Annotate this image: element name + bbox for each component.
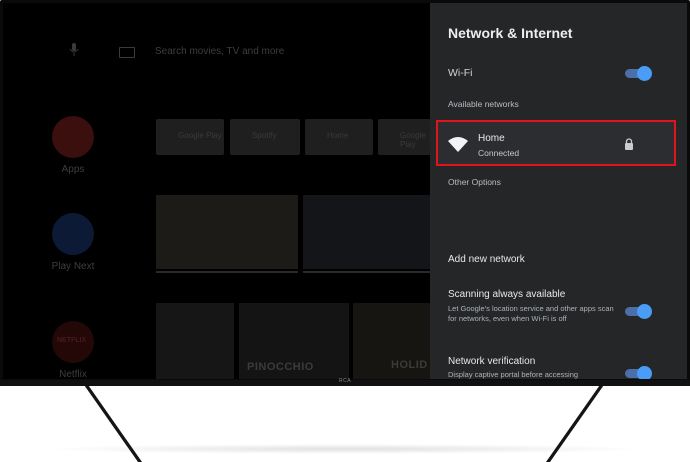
settings-panel: Network & Internet Wi-Fi Available netwo… [430, 3, 687, 379]
search-placeholder[interactable]: Search movies, TV and more [155, 46, 284, 57]
add-network-button[interactable]: Add new network [448, 254, 525, 265]
app-tile[interactable]: Google Play [378, 119, 438, 155]
rail-item-netflix[interactable]: NETFLIX Netflix [43, 321, 103, 379]
apps-grid-icon [52, 116, 94, 158]
content-card[interactable]: HOLID [353, 303, 438, 379]
toggle-knob [637, 366, 652, 379]
poster-title: PINOCCHIO [247, 361, 314, 373]
lock-icon [625, 138, 633, 150]
rail-item-apps[interactable]: Apps [43, 116, 103, 175]
scanning-toggle[interactable] [625, 304, 652, 319]
app-tile-label: Google Play [178, 131, 222, 140]
progress-bar [156, 271, 298, 273]
network-item-home[interactable]: Home Connected [436, 120, 676, 166]
app-tile[interactable]: Google Play [156, 119, 224, 155]
tv-brand-logo: RCA [339, 378, 352, 384]
app-tile-label: Spotify [252, 131, 277, 140]
verification-title[interactable]: Network verification [448, 356, 535, 367]
toggle-knob [637, 304, 652, 319]
verification-description: Display captive portal before accessing [448, 370, 579, 379]
wifi-label: Wi-Fi [448, 67, 473, 79]
rail-label: Apps [61, 164, 85, 175]
wifi-icon [448, 137, 468, 152]
scanning-title[interactable]: Scanning always available [448, 289, 565, 300]
panel-title: Network & Internet [448, 25, 573, 41]
other-options-header: Other Options [448, 177, 501, 187]
home-screen: Search movies, TV and more Apps Play Nex… [3, 3, 438, 379]
microphone-icon[interactable] [69, 43, 79, 57]
play-icon [52, 213, 94, 255]
content-card[interactable] [156, 303, 234, 379]
network-status: Connected [478, 148, 520, 158]
verification-toggle[interactable] [625, 366, 652, 379]
rail-label: Play Next [51, 261, 95, 272]
app-tile[interactable]: Spotify [230, 119, 300, 155]
network-name: Home [478, 133, 505, 144]
content-card[interactable] [156, 195, 298, 269]
app-tile[interactable]: Home [305, 119, 373, 155]
poster-title: HOLID [391, 359, 428, 371]
toggle-knob [637, 66, 652, 81]
app-tile-label: Home [327, 131, 349, 140]
available-networks-header: Available networks [448, 99, 519, 109]
rail-item-play-next[interactable]: Play Next [43, 213, 103, 272]
wifi-toggle[interactable] [625, 66, 652, 81]
rail-label: Netflix [59, 369, 87, 379]
keyboard-icon[interactable] [119, 47, 135, 58]
netflix-badge: NETFLIX [57, 337, 87, 344]
netflix-icon: NETFLIX [52, 321, 94, 363]
tv-frame: Search movies, TV and more Apps Play Nex… [0, 0, 690, 384]
content-card[interactable] [303, 195, 438, 269]
content-card[interactable]: PINOCCHIO [239, 303, 349, 379]
scanning-description: Let Google's location service and other … [448, 304, 614, 323]
progress-bar [303, 271, 438, 273]
